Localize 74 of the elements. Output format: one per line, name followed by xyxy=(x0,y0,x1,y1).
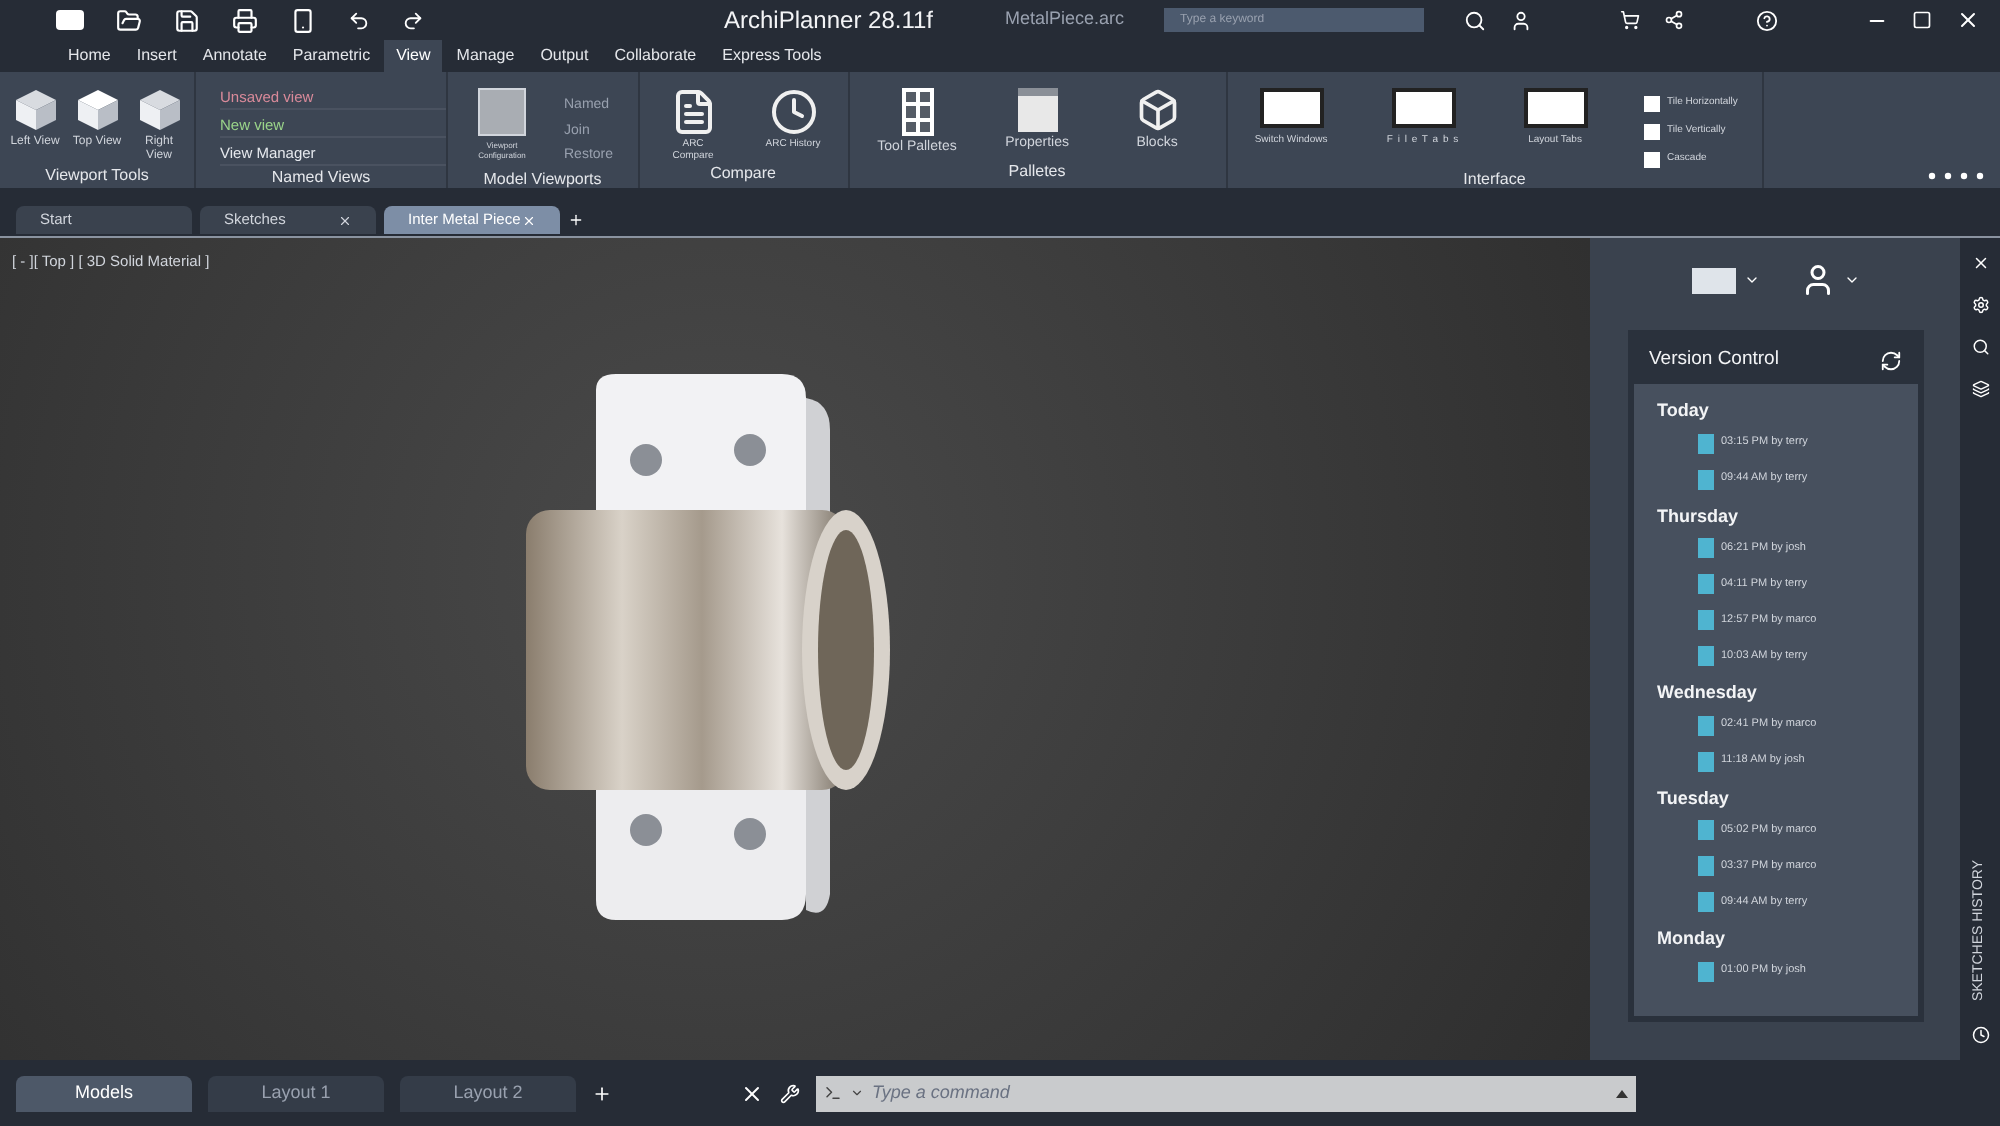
close-icon[interactable] xyxy=(1956,8,1981,32)
add-layout-icon[interactable] xyxy=(592,1083,612,1103)
layout-tab[interactable]: Layout 1 xyxy=(208,1075,384,1111)
tile-icon xyxy=(1643,96,1660,112)
ribbon-tab[interactable]: Insert xyxy=(124,40,189,72)
command-input[interactable]: Type a command xyxy=(872,1079,1608,1107)
maximize-icon[interactable] xyxy=(1912,10,1933,30)
layout-tab[interactable]: Models xyxy=(16,1075,192,1111)
app-title: ArchiPlanner 28.11f xyxy=(724,4,934,38)
caret-icon xyxy=(850,1086,864,1100)
undo-icon[interactable] xyxy=(348,9,370,31)
day-heading: Today xyxy=(1657,398,1711,424)
ribbon-tab[interactable]: View xyxy=(384,40,443,72)
day-heading: Tuesday xyxy=(1657,785,1731,812)
close-icon[interactable] xyxy=(740,1081,764,1105)
group-title: Named Views xyxy=(269,166,373,190)
properties-icon xyxy=(1017,88,1058,132)
day-heading: Monday xyxy=(1657,926,1728,952)
cart-icon[interactable] xyxy=(1620,10,1641,30)
more-icon[interactable] xyxy=(1928,172,1984,180)
calendar-dropdown[interactable] xyxy=(1691,267,1759,293)
day-heading: Wednesday xyxy=(1657,680,1759,706)
clock-icon xyxy=(769,88,818,136)
document-icon xyxy=(1697,961,1713,981)
help-icon[interactable] xyxy=(1756,9,1779,31)
command-field[interactable]: Type a command xyxy=(816,1075,1636,1111)
phone-icon[interactable] xyxy=(290,7,316,33)
ribbon-tab[interactable]: Home xyxy=(56,40,123,72)
save-icon[interactable] xyxy=(174,7,200,33)
tab-close-icon[interactable] xyxy=(338,213,352,227)
ribbon-tab[interactable]: Output xyxy=(528,40,601,72)
clock-icon[interactable] xyxy=(1971,1026,1989,1044)
group-title: Viewport Tools xyxy=(43,164,151,188)
tile-icon xyxy=(1643,152,1660,168)
layers-icon[interactable] xyxy=(1971,380,1989,398)
refresh-icon[interactable] xyxy=(1879,349,1901,371)
ribbon-tab[interactable]: Express Tools xyxy=(710,40,834,72)
cube-icon xyxy=(75,88,119,132)
window-icon xyxy=(1259,88,1324,128)
ribbon-tab[interactable]: Manage xyxy=(444,40,527,72)
cube-icon xyxy=(13,88,57,132)
redo-icon[interactable] xyxy=(402,9,424,31)
viewport-icon xyxy=(478,88,526,136)
close-icon[interactable] xyxy=(1971,254,1989,272)
add-tab-icon[interactable] xyxy=(568,212,584,228)
group-title: Palletes xyxy=(1006,160,1068,184)
caret-icon xyxy=(1743,272,1759,288)
network-icon[interactable] xyxy=(1664,10,1685,30)
user-icon[interactable] xyxy=(1510,9,1533,31)
grid-icon xyxy=(901,88,934,136)
blocks-icon xyxy=(1135,88,1180,132)
wrench-icon[interactable] xyxy=(780,1083,800,1103)
window-icon xyxy=(1523,88,1588,128)
cube-icon xyxy=(137,88,181,132)
ribbon-tab[interactable]: Collaborate xyxy=(602,40,709,72)
search-icon[interactable] xyxy=(1464,9,1487,31)
settings-icon[interactable] xyxy=(1971,296,1989,314)
file-name: MetalPiece.arc xyxy=(1005,6,1125,33)
day-heading: Thursday xyxy=(1657,503,1741,530)
layout-tab[interactable]: Layout 2 xyxy=(400,1075,576,1111)
folder-icon[interactable] xyxy=(116,7,142,33)
ribbon-tab[interactable]: Annotate xyxy=(190,40,279,72)
panel-title: Version Control xyxy=(1649,345,1779,374)
group-title: Compare xyxy=(708,162,778,186)
tile-icon xyxy=(1643,124,1660,140)
caret-icon xyxy=(1616,1089,1628,1097)
search-icon[interactable] xyxy=(1971,338,1989,356)
caret-icon xyxy=(1843,272,1859,288)
group-title: Interface xyxy=(1461,168,1528,192)
print-icon[interactable] xyxy=(232,7,258,33)
window-icon xyxy=(1391,88,1456,128)
command-icon xyxy=(824,1084,842,1102)
ribbon-tab[interactable]: Parametric xyxy=(280,40,383,72)
group-title: Model Viewports xyxy=(481,167,604,192)
